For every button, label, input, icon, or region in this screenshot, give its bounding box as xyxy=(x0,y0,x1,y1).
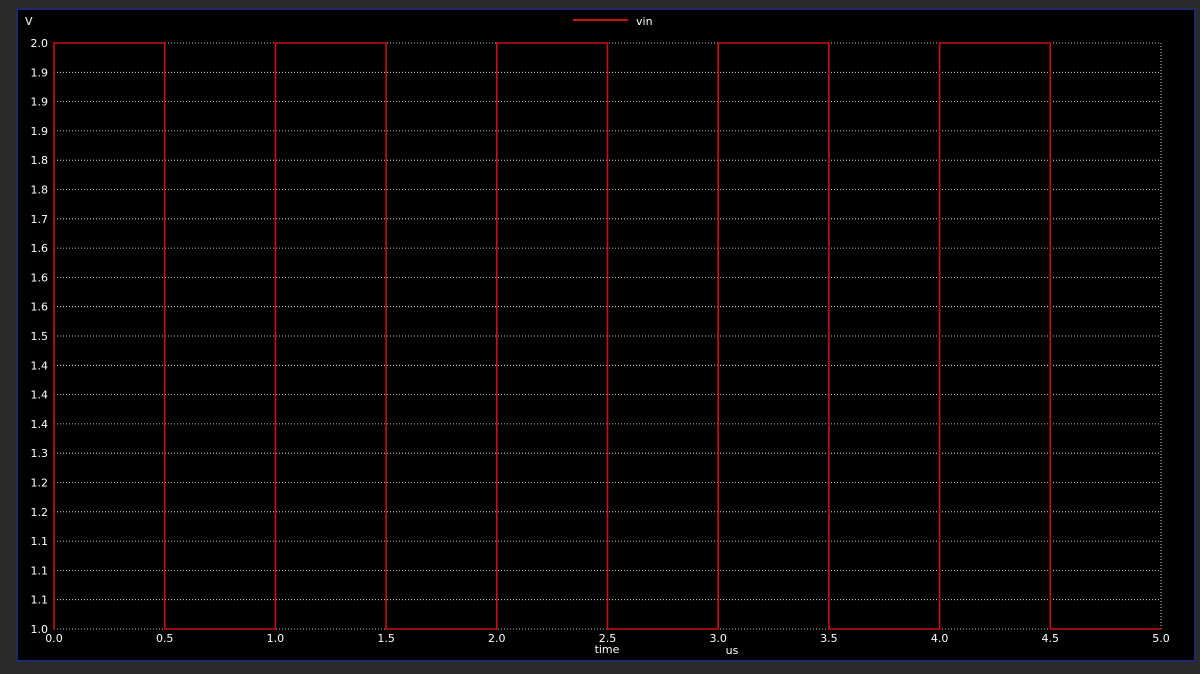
plot-window: 2.0 1.9 1.9 1.9 1.8 1.8 1.7 1.6 1.6 1.6 1.5 1.4 1.4 1… xyxy=(16,8,1196,662)
y-tick-label: 1.6 xyxy=(31,271,49,284)
tick-labels: 2.0 1.9 1.9 1.9 1.8 1.8 1.7 1.6 1.6 1.6 1.5 1.4 1.4 1… xyxy=(31,37,1170,645)
y-tick-label: 1.4 xyxy=(31,359,49,372)
series-layer xyxy=(53,42,1161,630)
y-tick-label: 1.6 xyxy=(31,242,49,255)
y-tick-label: 2.0 xyxy=(31,37,49,50)
x-tick-label: 4.0 xyxy=(931,632,949,645)
y-tick-label: 1.4 xyxy=(31,389,49,402)
y-tick-label: 1.1 xyxy=(31,594,49,607)
x-tick-label: 4.5 xyxy=(1042,632,1060,645)
y-tick-label: 1.8 xyxy=(31,184,49,197)
y-tick-label: 1.1 xyxy=(31,564,49,577)
waveform-chart: 2.0 1.9 1.9 1.9 1.8 1.8 1.7 1.6 1.6 1.6 1.5 1.4 1.4 1… xyxy=(25,15,1170,657)
x-tick-label: 3.5 xyxy=(820,632,838,645)
y-tick-label: 1.7 xyxy=(31,213,49,226)
x-axis-unit: us xyxy=(726,644,739,657)
x-axis-label: time xyxy=(595,643,620,656)
y-tick-label: 1.9 xyxy=(31,96,49,109)
x-tick-label: 0.5 xyxy=(156,632,174,645)
legend-label-vin: vin xyxy=(636,15,653,28)
x-tick-label: 2.0 xyxy=(488,632,506,645)
legend[interactable]: vin xyxy=(573,15,653,28)
y-tick-label: 1.8 xyxy=(31,154,49,167)
y-tick-label: 1.4 xyxy=(31,418,49,431)
x-tick-label: 1.0 xyxy=(267,632,285,645)
y-tick-label: 1.9 xyxy=(31,125,49,138)
y-tick-label: 1.6 xyxy=(31,301,49,314)
series-line-vin xyxy=(53,42,1161,630)
x-tick-label: 1.5 xyxy=(377,632,395,645)
x-tick-label: 3.0 xyxy=(709,632,727,645)
y-tick-label: 1.9 xyxy=(31,66,49,79)
y-tick-label: 1.3 xyxy=(31,447,49,460)
y-tick-label: 1.5 xyxy=(31,330,49,343)
y-tick-label: 1.1 xyxy=(31,535,49,548)
x-tick-label: 0.0 xyxy=(45,632,63,645)
y-tick-label: 1.2 xyxy=(31,506,49,519)
x-tick-label: 5.0 xyxy=(1152,632,1170,645)
y-axis-label: V xyxy=(25,15,33,28)
y-tick-label: 1.2 xyxy=(31,477,49,490)
